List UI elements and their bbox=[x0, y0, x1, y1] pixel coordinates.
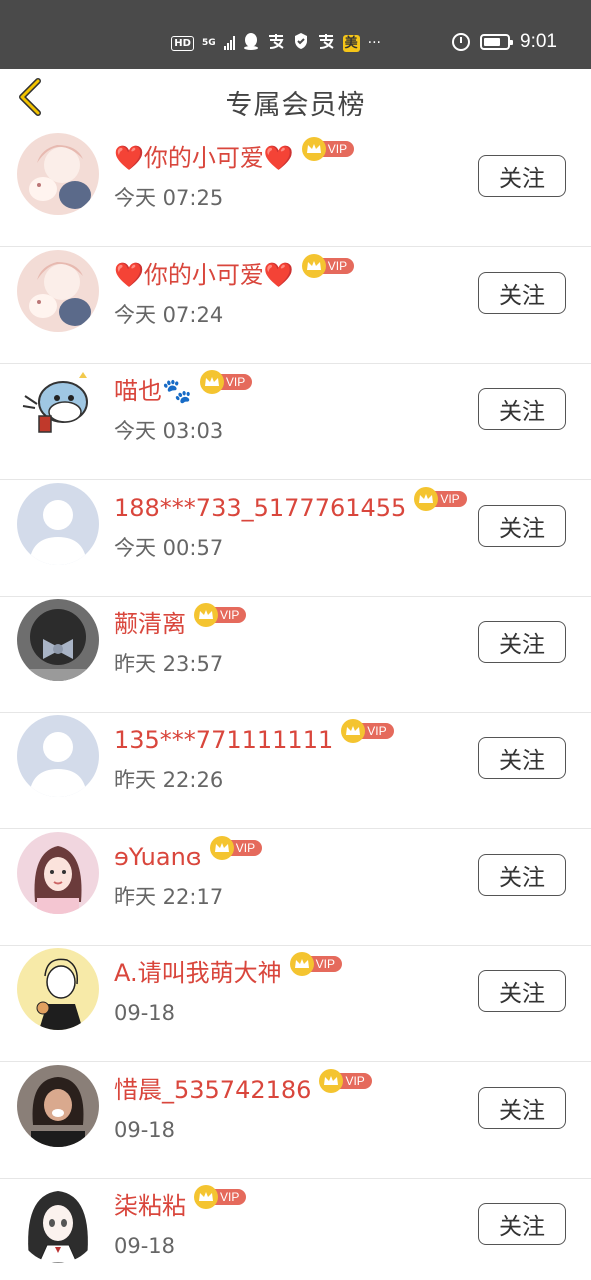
status-icons: HD 5G 美 ··· bbox=[171, 32, 381, 54]
member-row[interactable]: ❤️你的小可爱❤️ VIP 今天 07:25 关注 bbox=[0, 131, 591, 247]
member-row[interactable]: 135***771111111 VIP 昨天 22:26 关注 bbox=[0, 713, 591, 829]
follow-button[interactable]: 关注 bbox=[478, 505, 566, 547]
vip-badge: VIP bbox=[209, 836, 263, 860]
follow-button[interactable]: 关注 bbox=[478, 1203, 566, 1245]
avatar-anime-dark-hair[interactable] bbox=[17, 1181, 99, 1263]
avatar-laughing-photo[interactable] bbox=[17, 1065, 99, 1147]
member-name: 188***733_5177761455 bbox=[114, 494, 407, 522]
member-name-line: 188***733_5177761455 VIP bbox=[114, 487, 467, 523]
member-time: 今天 00:57 bbox=[114, 536, 224, 560]
member-name-line: ɘYuanɞ VIP bbox=[114, 836, 263, 872]
follow-button[interactable]: 关注 bbox=[478, 737, 566, 779]
member-name-line: 喵也🐾 VIP bbox=[114, 370, 253, 406]
avatar-sketch-girl[interactable] bbox=[17, 948, 99, 1030]
follow-button[interactable]: 关注 bbox=[478, 970, 566, 1012]
member-time: 今天 07:25 bbox=[114, 186, 224, 210]
crown-icon bbox=[414, 487, 439, 511]
vip-badge: VIP bbox=[301, 137, 355, 161]
member-time: 昨天 23:57 bbox=[114, 652, 224, 676]
member-name: ❤️你的小可爱❤️ bbox=[114, 144, 294, 172]
avatar-anime-girl-pink[interactable] bbox=[17, 133, 99, 215]
member-name: 颟清离 bbox=[114, 610, 186, 638]
avatar-cartoon-shark[interactable] bbox=[17, 366, 99, 448]
vip-badge: VIP bbox=[341, 719, 394, 743]
member-name: ɘYuanɞ bbox=[114, 843, 202, 871]
page-title: 专属会员榜 bbox=[225, 90, 366, 121]
vip-badge: VIP bbox=[194, 603, 247, 627]
member-row[interactable]: A.请叫我萌大神 VIP 09-18 关注 bbox=[0, 946, 591, 1062]
follow-button[interactable]: 关注 bbox=[478, 854, 566, 896]
member-row[interactable]: ❤️你的小可爱❤️ VIP 今天 07:24 关注 bbox=[0, 248, 591, 364]
crown-icon bbox=[199, 370, 224, 394]
crown-icon bbox=[209, 836, 234, 860]
member-row[interactable]: 惜晨_535742186 VIP 09-18 关注 bbox=[0, 1063, 591, 1179]
qq-icon bbox=[243, 32, 259, 54]
member-time: 昨天 22:26 bbox=[114, 768, 224, 792]
member-name-line: 惜晨_535742186 VIP bbox=[114, 1069, 372, 1105]
member-row[interactable]: ɘYuanɞ VIP 昨天 22:17 关注 bbox=[0, 830, 591, 946]
status-bar: HD 5G 美 ··· 9:01 bbox=[0, 0, 591, 69]
follow-button[interactable]: 关注 bbox=[478, 272, 566, 314]
member-name-line: 柒粘粘 VIP bbox=[114, 1185, 247, 1221]
header: 专属会员榜 bbox=[0, 69, 591, 131]
member-name-line: ❤️你的小可爱❤️ VIP bbox=[114, 254, 355, 290]
member-name: 喵也🐾 bbox=[114, 377, 192, 405]
shield-icon bbox=[293, 32, 309, 54]
crown-icon bbox=[289, 952, 314, 976]
member-name: 135***771111111 bbox=[114, 726, 334, 754]
member-name: 柒粘粘 bbox=[114, 1192, 186, 1220]
member-name-line: 颟清离 VIP bbox=[114, 603, 247, 639]
vip-badge: VIP bbox=[199, 370, 253, 394]
member-row[interactable]: 188***733_5177761455 VIP 今天 00:57 关注 bbox=[0, 481, 591, 597]
member-time: 今天 03:03 bbox=[114, 419, 224, 443]
member-time: 09-18 bbox=[114, 1234, 176, 1258]
member-row[interactable]: 喵也🐾 VIP 今天 03:03 关注 bbox=[0, 364, 591, 480]
crown-icon bbox=[194, 1185, 218, 1209]
avatar-default-person[interactable] bbox=[17, 715, 99, 797]
avatar-anime-girl-pink[interactable] bbox=[17, 250, 99, 332]
member-time: 昨天 22:17 bbox=[114, 885, 224, 909]
vip-badge: VIP bbox=[319, 1069, 372, 1093]
alarm-icon bbox=[452, 33, 471, 51]
member-name-line: A.请叫我萌大神 VIP bbox=[114, 952, 342, 988]
member-name: A.请叫我萌大神 bbox=[114, 959, 282, 987]
member-name-line: 135***771111111 VIP bbox=[114, 719, 394, 755]
member-time: 09-18 bbox=[114, 1001, 176, 1025]
alipay-icon bbox=[267, 33, 285, 53]
hd-badge: HD bbox=[171, 35, 194, 51]
vip-badge: VIP bbox=[289, 952, 342, 976]
alipay-icon-2 bbox=[317, 33, 335, 53]
vip-badge: VIP bbox=[414, 487, 467, 511]
battery-icon bbox=[480, 34, 514, 50]
member-time: 09-18 bbox=[114, 1118, 176, 1142]
more-notifications-icon: ··· bbox=[367, 35, 381, 51]
avatar-girl-photo[interactable] bbox=[17, 832, 99, 914]
vip-badge: VIP bbox=[194, 1185, 247, 1209]
clock: 9:01 bbox=[520, 31, 557, 52]
meituan-icon: 美 bbox=[342, 34, 360, 52]
network-type-label: 5G bbox=[201, 37, 216, 48]
avatar-default-person[interactable] bbox=[17, 483, 99, 565]
follow-button[interactable]: 关注 bbox=[478, 1087, 566, 1129]
member-name-line: ❤️你的小可爱❤️ VIP bbox=[114, 137, 355, 173]
follow-button[interactable]: 关注 bbox=[478, 621, 566, 663]
follow-button[interactable]: 关注 bbox=[478, 388, 566, 430]
signal-icon bbox=[223, 36, 235, 50]
member-time: 今天 07:24 bbox=[114, 303, 224, 327]
crown-icon bbox=[341, 719, 366, 743]
member-row[interactable]: 柒粘粘 VIP 09-18 关注 bbox=[0, 1179, 591, 1280]
crown-icon bbox=[194, 603, 218, 627]
vip-badge: VIP bbox=[301, 254, 355, 278]
member-name: 惜晨_535742186 bbox=[114, 1076, 312, 1104]
crown-icon bbox=[301, 137, 326, 161]
crown-icon bbox=[301, 254, 326, 278]
follow-button[interactable]: 关注 bbox=[478, 155, 566, 197]
avatar-hair-bow-photo[interactable] bbox=[17, 599, 99, 681]
status-right: 9:01 bbox=[452, 31, 557, 53]
member-row[interactable]: 颟清离 VIP 昨天 23:57 关注 bbox=[0, 597, 591, 713]
member-name: ❤️你的小可爱❤️ bbox=[114, 261, 294, 289]
crown-icon bbox=[319, 1069, 344, 1093]
